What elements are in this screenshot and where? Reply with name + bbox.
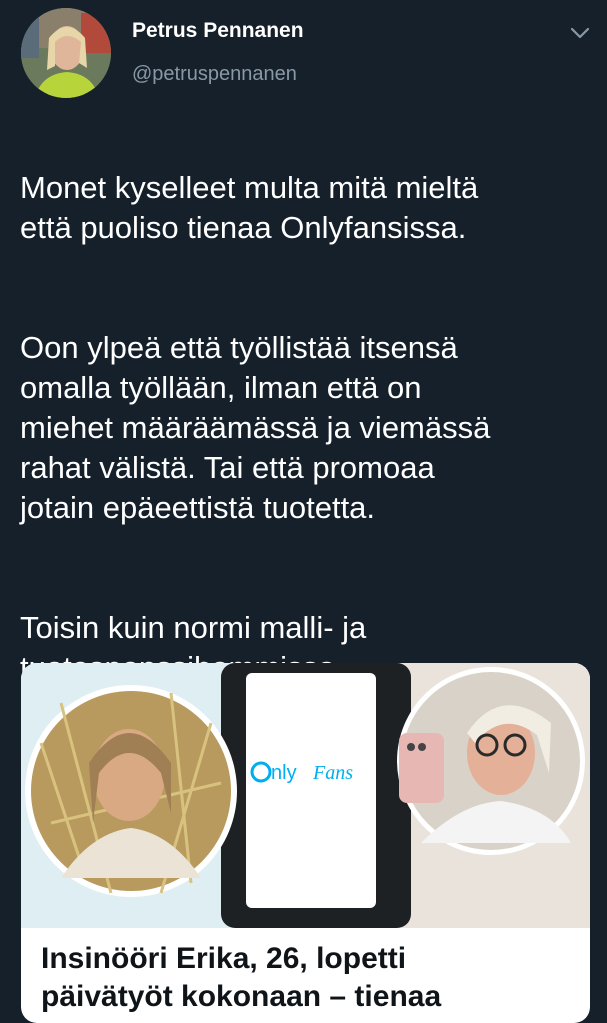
card-title[interactable]: Insinööri Erika, 26, lopetti päivätyöt k… bbox=[41, 940, 571, 1016]
author-name[interactable]: Petrus Pennanen bbox=[132, 19, 304, 43]
logo-text-a: nly bbox=[271, 762, 297, 784]
tweet-paragraph: Oon ylpeä että työllistää itsensä omalla… bbox=[20, 330, 491, 525]
link-card[interactable]: nly Fans Insinööri Erika, 26, lopetti pä… bbox=[21, 663, 590, 1023]
logo-text-b: Fans bbox=[312, 762, 353, 784]
avatar-photo bbox=[21, 8, 111, 98]
author-handle[interactable]: @petruspennanen bbox=[132, 63, 297, 86]
tweet-paragraph: Monet kyselleet multa mitä mieltä että p… bbox=[20, 170, 479, 245]
card-image: nly Fans bbox=[21, 663, 590, 928]
avatar[interactable] bbox=[21, 8, 111, 98]
tweet-header: Petrus Pennanen @petruspennanen bbox=[0, 0, 607, 110]
chevron-down-icon[interactable] bbox=[568, 24, 592, 42]
